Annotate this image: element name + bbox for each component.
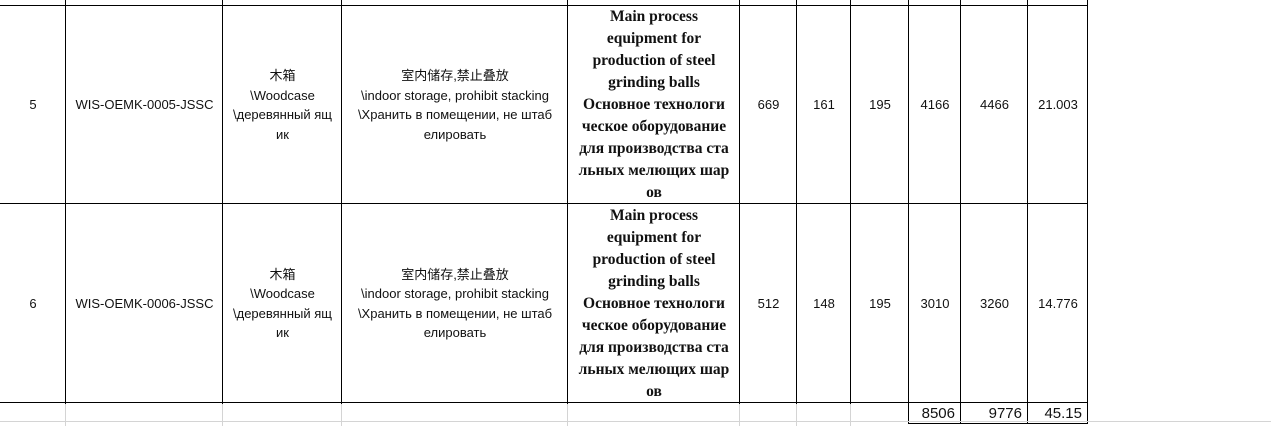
column-divider (1027, 0, 1028, 424)
gridline (341, 404, 342, 426)
column-divider (960, 0, 961, 424)
gridline (65, 404, 66, 426)
gridline (222, 404, 223, 426)
cell-width[interactable]: 148 (797, 204, 851, 403)
cell-package[interactable]: 木箱 \Woodcase \деревянный ящ ик (223, 204, 342, 403)
cell-length[interactable]: 669 (740, 6, 797, 204)
spreadsheet: 5 WIS-OEMK-0005-JSSC 木箱 \Woodcase \дерев… (0, 0, 1271, 426)
total-volume[interactable]: 45.15 (1028, 404, 1088, 423)
column-divider (222, 0, 223, 404)
cell-no[interactable]: 6 (0, 204, 66, 403)
total-gross-weight[interactable]: 9776 (961, 404, 1028, 423)
gridline (739, 404, 740, 426)
cell-width[interactable]: 161 (797, 6, 851, 204)
column-divider (908, 0, 909, 424)
column-divider (341, 0, 342, 404)
row-divider (0, 402, 1088, 403)
cell-gross-weight[interactable]: 3260 (961, 204, 1028, 403)
gridline (567, 404, 568, 426)
cell-gross-weight[interactable]: 4466 (961, 6, 1028, 204)
column-divider (850, 0, 851, 404)
cell-code[interactable]: WIS-OEMK-0005-JSSC (66, 6, 223, 204)
column-divider (739, 0, 740, 404)
cell-height[interactable]: 195 (851, 204, 909, 403)
cell-no[interactable]: 5 (0, 6, 66, 204)
cell-net-weight[interactable]: 3010 (909, 204, 961, 403)
gridline (850, 404, 851, 426)
column-divider (1087, 0, 1088, 424)
gridline (796, 404, 797, 426)
cell-storage[interactable]: 室内储存,禁止叠放 \indoor storage, prohibit stac… (342, 204, 568, 403)
cell-empty[interactable] (1088, 6, 1271, 204)
cell-volume[interactable]: 14.776 (1028, 204, 1088, 403)
column-divider (65, 0, 66, 404)
column-divider (796, 0, 797, 404)
row-divider (908, 423, 1088, 424)
row-divider (0, 203, 1088, 204)
cell-description[interactable]: Main process equipment for production of… (568, 204, 740, 403)
cell-volume[interactable]: 21.003 (1028, 6, 1088, 204)
cell-net-weight[interactable]: 4166 (909, 6, 961, 204)
cell-description[interactable]: Main process equipment for production of… (568, 6, 740, 204)
total-net-weight[interactable]: 8506 (909, 404, 961, 423)
cell-package[interactable]: 木箱 \Woodcase \деревянный ящ ик (223, 6, 342, 204)
row-divider (0, 5, 1088, 6)
cell-code[interactable]: WIS-OEMK-0006-JSSC (66, 204, 223, 403)
cell-length[interactable]: 512 (740, 204, 797, 403)
cell-height[interactable]: 195 (851, 6, 909, 204)
column-divider (567, 0, 568, 404)
cell-empty[interactable] (1088, 204, 1271, 403)
cell-storage[interactable]: 室内储存,禁止叠放 \indoor storage, prohibit stac… (342, 6, 568, 204)
